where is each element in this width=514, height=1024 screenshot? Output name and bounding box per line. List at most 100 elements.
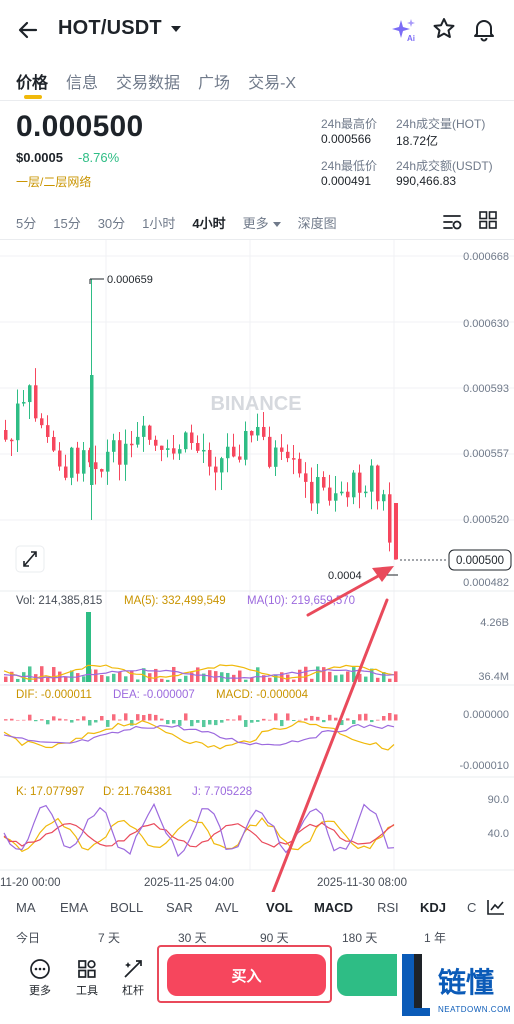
range-7d[interactable]: 7 天 bbox=[98, 929, 120, 946]
depth-chart-tab[interactable]: 深度图 bbox=[298, 213, 337, 232]
divider bbox=[0, 100, 514, 101]
back-arrow-icon[interactable] bbox=[14, 16, 42, 44]
star-icon[interactable] bbox=[430, 15, 458, 43]
indicator-ema[interactable]: EMA bbox=[60, 900, 88, 915]
candle-body bbox=[334, 493, 338, 501]
time-label: 2025-11-30 08:00 bbox=[317, 877, 407, 889]
indicator-sar[interactable]: SAR bbox=[166, 900, 193, 915]
range-30d[interactable]: 30 天 bbox=[178, 929, 207, 946]
volume-bar bbox=[238, 670, 242, 682]
chart-grid bbox=[0, 240, 514, 870]
tab-price[interactable]: 价格 bbox=[16, 69, 48, 93]
volume-bar bbox=[244, 679, 248, 682]
candle-body bbox=[280, 447, 284, 452]
macd-bar bbox=[142, 715, 146, 721]
candle-body bbox=[112, 440, 116, 452]
tab-square[interactable]: 广场 bbox=[198, 69, 230, 93]
j-line bbox=[3, 802, 395, 858]
grid-layout-icon[interactable] bbox=[479, 211, 497, 229]
volume-bar bbox=[136, 679, 140, 682]
candle-body bbox=[316, 477, 320, 504]
tools-button[interactable]: 工具 bbox=[69, 958, 105, 998]
candle-body bbox=[154, 439, 158, 446]
range-today[interactable]: 今日 bbox=[16, 929, 40, 946]
interval-30m[interactable]: 30分 bbox=[98, 213, 125, 232]
macd-bar bbox=[34, 720, 38, 722]
expand-chart-icon[interactable] bbox=[15, 545, 45, 573]
indicator-avl[interactable]: AVL bbox=[215, 900, 239, 915]
bell-icon[interactable] bbox=[470, 15, 498, 43]
indicator-c[interactable]: C bbox=[467, 900, 476, 915]
indicator-vol[interactable]: VOL bbox=[266, 900, 293, 915]
price-axis-label: 0.000482 bbox=[463, 577, 509, 589]
macd-bar bbox=[22, 719, 26, 721]
buy-button[interactable]: 买入 bbox=[167, 954, 326, 996]
ai-sparkle-icon[interactable]: Ai bbox=[390, 16, 418, 44]
candle-body bbox=[304, 473, 308, 482]
tab-trade-x[interactable]: 交易-X bbox=[248, 69, 296, 93]
candlestick-chart[interactable]: BINANCE 0.000659 0.0004 0.000500 0.00066… bbox=[0, 240, 514, 892]
range-180d[interactable]: 180 天 bbox=[342, 929, 377, 946]
indicator-settings-icon[interactable] bbox=[441, 211, 463, 233]
volume-bar bbox=[28, 666, 32, 682]
sell-button[interactable] bbox=[337, 954, 397, 996]
macd-bar bbox=[58, 718, 62, 721]
leverage-button[interactable]: 杠杆 bbox=[115, 958, 151, 998]
macd-bar bbox=[334, 717, 338, 721]
candle-body bbox=[376, 465, 380, 502]
high-marker-label: 0.000659 bbox=[107, 274, 153, 286]
candle-body bbox=[28, 385, 32, 403]
macd-bar bbox=[106, 720, 110, 727]
volume-base-label: 24h成交量(HOT) bbox=[396, 117, 486, 131]
candle-body bbox=[34, 385, 38, 419]
macd-bar bbox=[358, 714, 362, 721]
macd-bar bbox=[370, 720, 374, 723]
indicator-rsi[interactable]: RSI bbox=[377, 900, 399, 915]
macd-bar bbox=[208, 720, 212, 725]
volume-bar bbox=[4, 676, 8, 682]
chart-settings-icon[interactable] bbox=[486, 898, 506, 916]
caret-down-icon[interactable] bbox=[169, 22, 183, 34]
macd-bar bbox=[316, 716, 320, 721]
interval-4h[interactable]: 4小时 bbox=[192, 213, 225, 232]
more-label: 更多 bbox=[29, 985, 51, 997]
logo-brand: 链懂 bbox=[438, 967, 494, 998]
range-1y[interactable]: 1 年 bbox=[424, 929, 446, 946]
macd-bar bbox=[10, 718, 14, 721]
volume-bar bbox=[346, 671, 350, 682]
indicator-macd[interactable]: MACD bbox=[314, 900, 353, 915]
indicator-boll[interactable]: BOLL bbox=[110, 900, 143, 915]
indicator-kdj[interactable]: KDJ bbox=[420, 900, 446, 915]
macd-bar bbox=[304, 718, 308, 721]
interval-1h[interactable]: 1小时 bbox=[142, 213, 175, 232]
macd-bar bbox=[160, 718, 164, 721]
low-24h-value: 0.000491 bbox=[321, 174, 372, 188]
interval-5m[interactable]: 5分 bbox=[16, 213, 36, 232]
candle-body bbox=[322, 477, 326, 488]
macd-bar bbox=[382, 716, 386, 721]
macd-bar bbox=[214, 720, 218, 726]
more-button[interactable]: 更多 bbox=[22, 958, 58, 998]
pair-title[interactable]: HOT/USDT bbox=[58, 17, 162, 40]
binance-watermark: BINANCE bbox=[210, 393, 301, 415]
tab-info[interactable]: 信息 bbox=[66, 69, 98, 93]
candle-body bbox=[358, 472, 362, 493]
indicator-ma[interactable]: MA bbox=[16, 900, 36, 915]
candle-body bbox=[340, 491, 344, 494]
candle-body bbox=[90, 375, 94, 485]
candle-body bbox=[274, 447, 278, 467]
price-axis-label: 0.000520 bbox=[463, 514, 509, 526]
candle-body bbox=[118, 440, 122, 465]
tab-trading-data[interactable]: 交易数据 bbox=[116, 69, 180, 93]
interval-more[interactable]: 更多 bbox=[243, 213, 281, 232]
macd-bar bbox=[76, 719, 80, 721]
candle-body bbox=[184, 432, 188, 450]
range-90d[interactable]: 90 天 bbox=[260, 929, 289, 946]
interval-15m[interactable]: 15分 bbox=[53, 213, 80, 232]
macd-bar bbox=[298, 719, 302, 721]
candle-body bbox=[256, 426, 260, 436]
volume-bar bbox=[172, 666, 176, 682]
volume-bar bbox=[364, 676, 368, 682]
macd-axis-bottom: -0.000010 bbox=[459, 760, 509, 772]
network-tag[interactable]: 一层/二层网络 bbox=[16, 173, 91, 190]
